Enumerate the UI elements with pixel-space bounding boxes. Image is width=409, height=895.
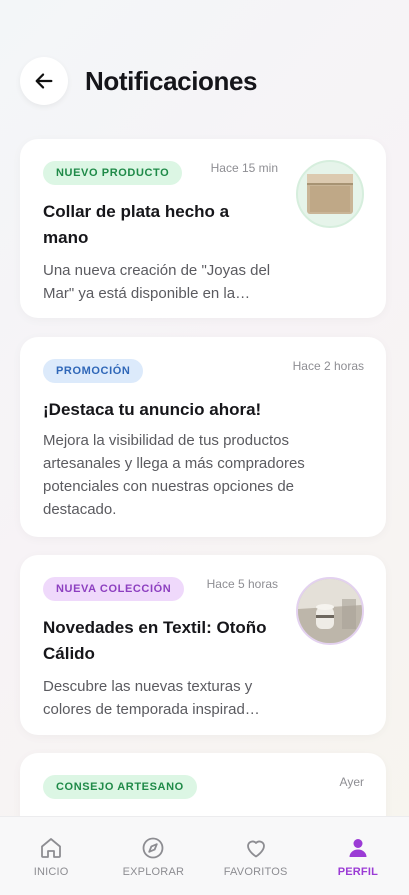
notification-time: Hace 2 horas xyxy=(292,359,364,373)
notification-time: Hace 5 horas xyxy=(206,577,278,591)
notification-badge: NUEVA COLECCIÓN xyxy=(43,577,185,601)
notification-title: ¡Destaca tu anuncio ahora! xyxy=(43,400,262,419)
notification-body: Mejora la visibilidad de tus productos a… xyxy=(43,432,305,518)
notification-time: Hace 15 min xyxy=(210,161,278,175)
compass-icon xyxy=(142,837,164,859)
notification-badge: CONSEJO ARTESANO xyxy=(43,775,197,799)
nav-item-inicio[interactable]: INICIO xyxy=(0,817,102,895)
notification-thumbnail xyxy=(296,577,364,645)
nav-label: FAVORITOS xyxy=(223,866,288,878)
notification-body: Una nueva creación de "Joyas del Mar" ya… xyxy=(43,262,271,302)
nav-item-explorar[interactable]: EXPLORAR xyxy=(102,817,204,895)
page-title: Notificaciones xyxy=(85,65,258,96)
user-icon xyxy=(349,839,367,857)
notification-card[interactable]: NUEVA COLECCIÓN Hace 5 horas Novedades e… xyxy=(20,555,386,735)
back-button[interactable] xyxy=(20,57,68,105)
nav-item-perfil[interactable]: PERFIL xyxy=(307,817,409,895)
arrow-left-icon xyxy=(35,73,53,89)
notification-badge: PROMOCIÓN xyxy=(43,359,144,383)
notification-time: Ayer xyxy=(339,775,364,789)
notification-card[interactable]: NUEVO PRODUCTO Hace 15 min Collar de pla… xyxy=(20,139,386,318)
home-icon xyxy=(41,838,62,858)
nav-item-favoritos[interactable]: FAVORITOS xyxy=(205,817,307,895)
notification-card[interactable]: PROMOCIÓN Hace 2 horas ¡Destaca tu anunc… xyxy=(20,337,386,537)
nav-label: PERFIL xyxy=(337,866,379,878)
notification-title: Novedades en Textil: Otoño Cálido xyxy=(43,618,267,663)
header: Notificaciones xyxy=(20,56,389,106)
nav-label: INICIO xyxy=(33,866,69,878)
bottom-nav: INICIO EXPLORAR FAVORITOS PERFIL xyxy=(0,816,409,895)
notification-thumbnail xyxy=(296,160,364,228)
notification-title: Collar de plata hecho a mano xyxy=(43,202,230,247)
notification-body: Descubre las nuevas texturas y colores d… xyxy=(43,678,260,718)
nav-label: EXPLORAR xyxy=(122,866,185,878)
heart-icon xyxy=(246,840,265,858)
notification-badge: NUEVO PRODUCTO xyxy=(43,161,183,185)
